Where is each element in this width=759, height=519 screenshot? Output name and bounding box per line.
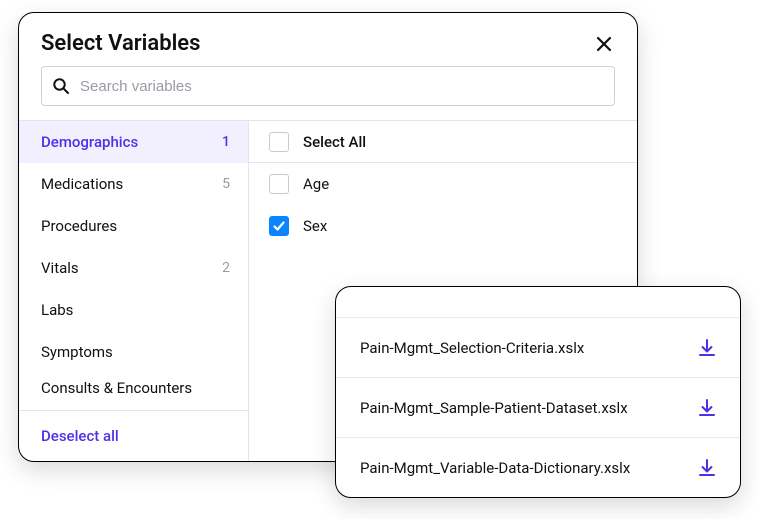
variable-label: Age bbox=[303, 175, 329, 193]
search-icon bbox=[52, 77, 70, 95]
category-count: 2 bbox=[222, 260, 230, 276]
variable-list: Age Sex bbox=[249, 163, 637, 247]
category-list: Demographics 1 Medications 5 Procedures Vital… bbox=[19, 121, 248, 410]
file-name: Pain-Mgmt_Selection-Criteria.xslx bbox=[360, 339, 584, 357]
variable-row[interactable]: Sex bbox=[249, 205, 637, 247]
select-all-label: Select All bbox=[303, 133, 366, 151]
file-name: Pain-Mgmt_Variable-Data-Dictionary.xslx bbox=[360, 459, 630, 477]
category-item[interactable]: Demographics 1 bbox=[19, 121, 248, 163]
category-item[interactable]: Vitals 2 bbox=[19, 247, 248, 289]
category-label: Medications bbox=[41, 175, 123, 193]
category-label: Consults & Encounters bbox=[41, 379, 192, 397]
close-icon bbox=[596, 36, 612, 52]
category-label: Symptoms bbox=[41, 343, 113, 361]
select-all-checkbox[interactable] bbox=[269, 132, 289, 152]
search-box[interactable] bbox=[41, 66, 615, 106]
search-wrap bbox=[19, 66, 637, 120]
download-button[interactable] bbox=[696, 337, 718, 359]
category-item[interactable]: Procedures bbox=[19, 205, 248, 247]
downloads-card: Pain-Mgmt_Selection-Criteria.xslx Pain-Mg… bbox=[335, 286, 741, 498]
category-sidebar: Demographics 1 Medications 5 Procedures Vital… bbox=[19, 120, 249, 461]
variable-row[interactable]: Age bbox=[249, 163, 637, 205]
file-row: Pain-Mgmt_Selection-Criteria.xslx bbox=[336, 317, 740, 377]
download-button[interactable] bbox=[696, 397, 718, 419]
close-button[interactable] bbox=[593, 33, 615, 55]
download-button[interactable] bbox=[696, 457, 718, 479]
category-count: 5 bbox=[222, 176, 230, 192]
category-item[interactable]: Symptoms bbox=[19, 331, 248, 373]
select-all-row[interactable]: Select All bbox=[249, 121, 637, 163]
file-row: Pain-Mgmt_Sample-Patient-Dataset.xslx bbox=[336, 377, 740, 437]
file-list: Pain-Mgmt_Selection-Criteria.xslx Pain-Mg… bbox=[336, 317, 740, 497]
category-count: 1 bbox=[222, 134, 230, 150]
category-item[interactable]: Consults & Encounters bbox=[19, 373, 248, 403]
category-item[interactable]: Medications 5 bbox=[19, 163, 248, 205]
category-label: Vitals bbox=[41, 259, 79, 277]
download-icon bbox=[697, 338, 717, 358]
deselect-all-button[interactable]: Deselect all bbox=[19, 410, 248, 461]
variable-checkbox[interactable] bbox=[269, 216, 289, 236]
dialog-title: Select Variables bbox=[41, 31, 200, 56]
check-icon bbox=[272, 219, 286, 233]
search-input[interactable] bbox=[78, 77, 604, 96]
category-label: Procedures bbox=[41, 217, 117, 235]
file-row: Pain-Mgmt_Variable-Data-Dictionary.xslx bbox=[336, 437, 740, 497]
variable-checkbox[interactable] bbox=[269, 174, 289, 194]
category-label: Demographics bbox=[41, 133, 138, 151]
category-item[interactable]: Labs bbox=[19, 289, 248, 331]
variable-label: Sex bbox=[303, 217, 327, 235]
category-label: Labs bbox=[41, 301, 73, 319]
file-name: Pain-Mgmt_Sample-Patient-Dataset.xslx bbox=[360, 399, 628, 417]
download-icon bbox=[697, 458, 717, 478]
download-icon bbox=[697, 398, 717, 418]
dialog-header: Select Variables bbox=[19, 13, 637, 66]
